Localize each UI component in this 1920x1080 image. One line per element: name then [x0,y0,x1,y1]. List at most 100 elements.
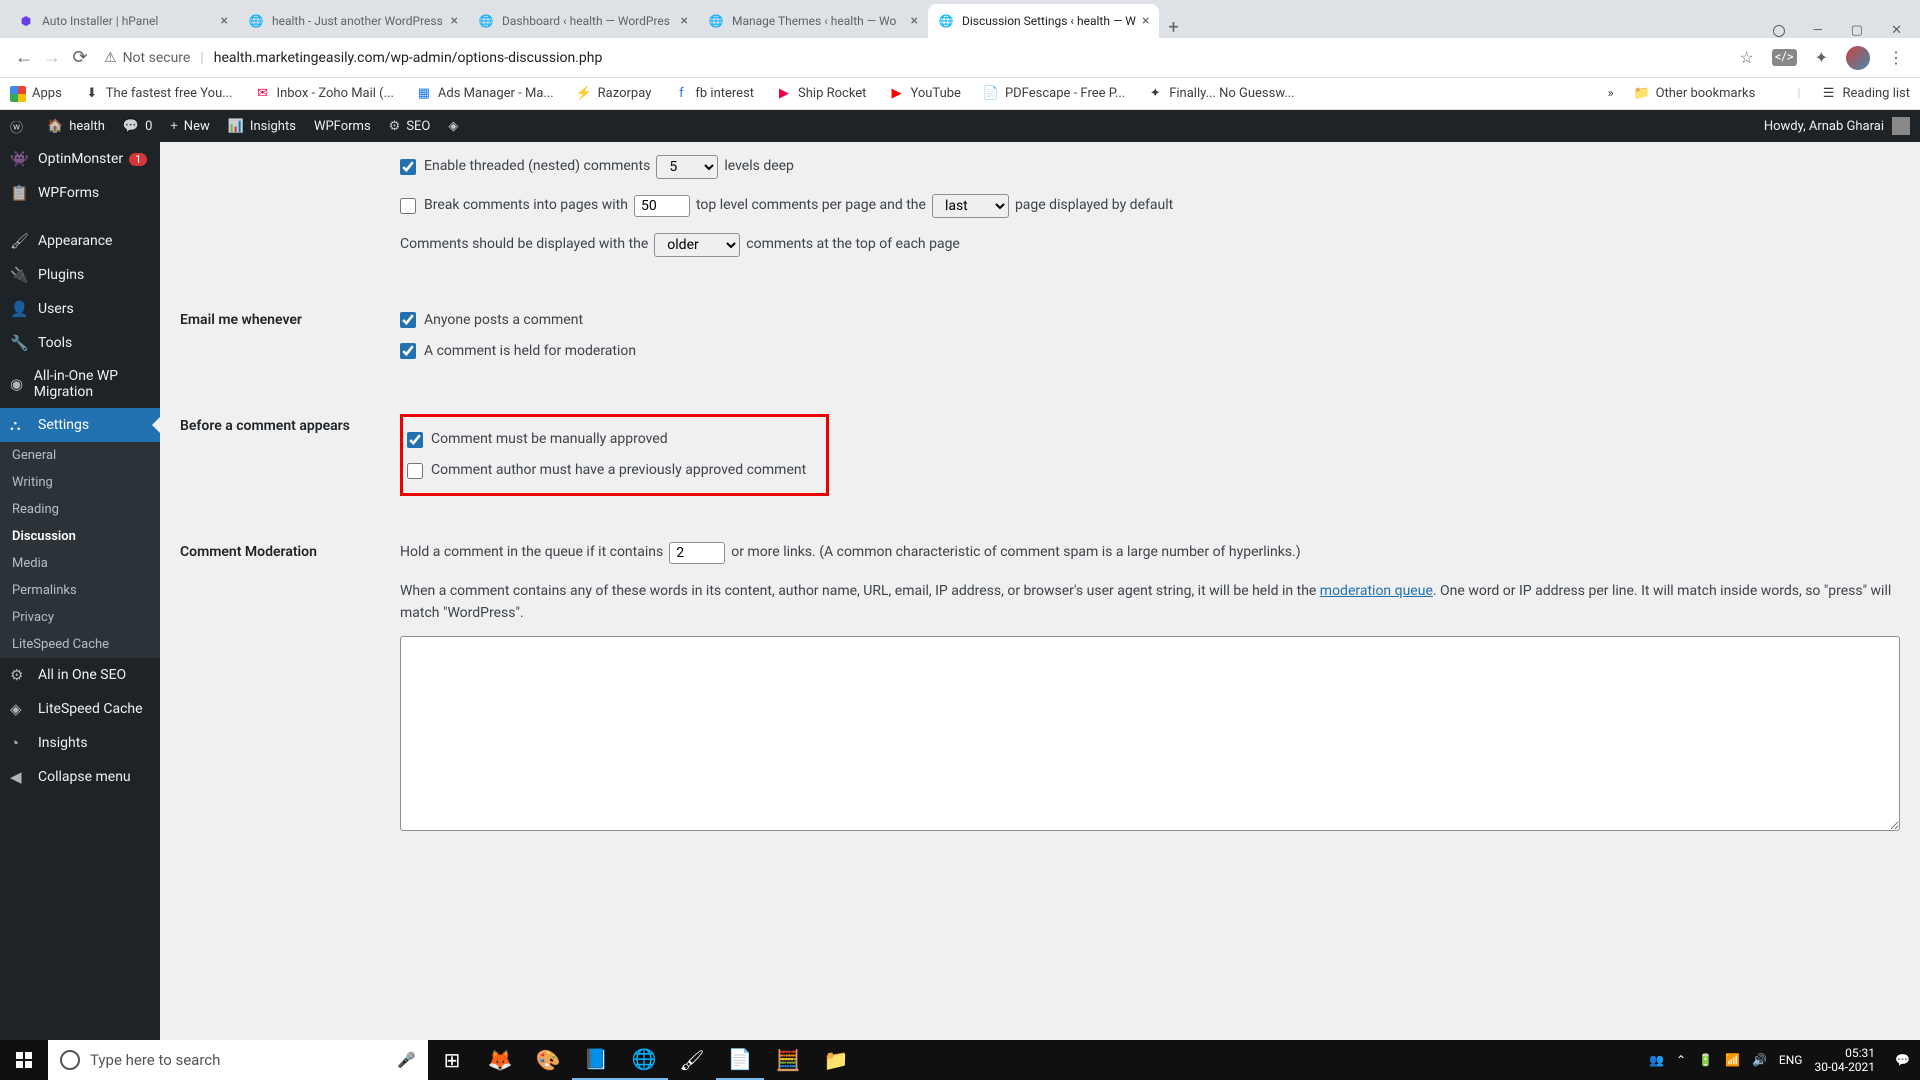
moderation-keys-textarea[interactable] [400,636,1900,831]
bookmark-item[interactable]: 📄PDFescape - Free P... [983,86,1125,102]
sidebar-item-settings[interactable]: ⛬Settings [0,408,160,442]
threaded-checkbox[interactable] [400,159,416,175]
submenu-discussion[interactable]: Discussion [0,523,160,550]
close-window-icon[interactable]: ✕ [1891,23,1902,38]
notepad-icon[interactable]: 📘 [572,1040,620,1080]
collapse-menu[interactable]: ◀Collapse menu [0,760,160,794]
sidebar-item-users[interactable]: 👤Users [0,292,160,326]
prev-approved-checkbox[interactable] [407,463,423,479]
bookmark-item[interactable]: ✉Inbox - Zoho Mail (... [255,86,394,102]
email-held-checkbox[interactable] [400,343,416,359]
battery-icon[interactable]: 🔋 [1698,1053,1713,1067]
bookmark-item[interactable]: ▶YouTube [888,86,961,102]
sidebar-item-appearance[interactable]: 🖌Appearance [0,224,160,258]
app-icon[interactable]: 🎨 [524,1040,572,1080]
wpforms-link[interactable]: WPForms [314,119,371,134]
submenu-media[interactable]: Media [0,550,160,577]
bookmark-item[interactable]: ffb interest [673,86,754,102]
reading-list[interactable]: ☰Reading list [1821,86,1910,102]
globe-icon: 🌐 [938,13,954,29]
browser-tab[interactable]: 🌐Dashboard ‹ health — WordPres× [468,4,698,38]
paint-icon[interactable]: 🖌 [668,1040,716,1080]
bookmark-item[interactable]: ▶Ship Rocket [776,86,866,102]
manual-approve-checkbox[interactable] [407,432,423,448]
paginate-checkbox[interactable] [400,198,416,214]
submenu-permalinks[interactable]: Permalinks [0,577,160,604]
bookmark-item[interactable]: ✦Finally... No Guessw... [1147,86,1294,102]
notifications-icon[interactable]: 💬 [1895,1053,1910,1067]
firefox-icon[interactable]: 🦊 [476,1040,524,1080]
purge-cache[interactable]: ◈ [448,119,464,134]
browser-tab[interactable]: 🌐health - Just another WordPress× [238,4,468,38]
close-icon[interactable]: × [451,13,458,29]
tray-up-icon[interactable]: ⌃ [1676,1053,1686,1067]
sidebar-item-plugins[interactable]: 🔌Plugins [0,258,160,292]
seo-link[interactable]: ⚙SEO [389,119,431,134]
max-links-input[interactable] [669,542,725,564]
default-page-select[interactable]: last [932,194,1009,218]
close-icon[interactable]: × [1142,13,1149,29]
clock[interactable]: 05:3130-04-2021 [1814,1046,1883,1075]
submenu-litespeed[interactable]: LiteSpeed Cache [0,631,160,658]
threaded-levels-select[interactable]: 5 [656,155,718,179]
new-tab-button[interactable]: + [1159,17,1187,38]
submenu-writing[interactable]: Writing [0,469,160,496]
bookmark-item[interactable]: ⬇The fastest free You... [84,86,233,102]
site-name[interactable]: 🏠health [47,119,105,134]
bookmark-overflow[interactable]: » [1607,86,1613,101]
address-bar[interactable]: ⚠Not secure | health.marketingeasily.com… [104,50,1729,66]
close-icon[interactable]: × [681,13,688,29]
close-icon[interactable]: × [911,13,918,29]
pagesource-icon[interactable]: </> [1772,49,1797,66]
sidebar-item-migration[interactable]: ◉All-in-One WP Migration [0,360,160,408]
comments-link[interactable]: 💬0 [123,119,153,134]
people-icon[interactable]: 👥 [1649,1053,1664,1067]
search-box[interactable]: Type here to search🎤 [48,1040,428,1080]
start-button[interactable] [0,1040,48,1080]
insights-link[interactable]: 📊Insights [228,119,296,134]
submenu-general[interactable]: General [0,442,160,469]
extensions-icon[interactable]: ✦ [1815,48,1828,67]
reload-button[interactable]: ⟳ [66,47,94,68]
back-button[interactable]: ← [10,47,38,68]
language-indicator[interactable]: ENG [1779,1053,1803,1067]
moderation-queue-link[interactable]: moderation queue [1320,583,1433,599]
sidebar-item-aioseo[interactable]: ⚙All in One SEO [0,658,160,692]
apps-button[interactable]: Apps [10,86,62,102]
menu-icon[interactable]: ⋮ [1888,48,1904,67]
browser-tab[interactable]: 🌐Manage Themes ‹ health — Wo× [698,4,928,38]
email-anyone-checkbox[interactable] [400,312,416,328]
close-icon[interactable]: × [221,13,228,29]
task-view-icon[interactable]: ⊞ [428,1040,476,1080]
comment-order-select[interactable]: older [654,233,740,257]
sidebar-item-insights[interactable]: ◔Insights [0,726,160,760]
minimize-icon[interactable]: — [1813,23,1823,38]
sidebar-item-litespeed[interactable]: ◈LiteSpeed Cache [0,692,160,726]
browser-tab-active[interactable]: 🌐Discussion Settings ‹ health — W× [928,4,1159,38]
calculator-icon[interactable]: 🧮 [764,1040,812,1080]
chrome-icon[interactable]: 🌐 [620,1040,668,1080]
wp-logo[interactable]: ⓦ [10,117,29,136]
explorer-icon[interactable]: 📁 [812,1040,860,1080]
mic-icon[interactable]: 🎤 [397,1051,416,1069]
maximize-icon[interactable]: ▢ [1851,23,1863,38]
volume-icon[interactable]: 🔊 [1752,1053,1767,1067]
other-bookmarks[interactable]: 📁Other bookmarks [1634,86,1756,102]
my-account[interactable]: Howdy, Arnab Gharai [1764,117,1910,135]
sidebar-item-tools[interactable]: 🔧Tools [0,326,160,360]
sidebar-item-optinmonster[interactable]: 👾OptinMonster1 [0,142,160,176]
star-icon[interactable]: ☆ [1739,48,1753,67]
sidebar-item-wpforms[interactable]: 📋WPForms [0,176,160,210]
account-icon[interactable] [1773,25,1785,37]
browser-tab[interactable]: ⬢Auto Installer | hPanel× [8,4,238,38]
submenu-privacy[interactable]: Privacy [0,604,160,631]
profile-avatar[interactable] [1846,46,1870,70]
word-icon[interactable]: 📄 [716,1040,764,1080]
forward-button[interactable]: → [38,47,66,68]
new-content[interactable]: +New [170,119,209,134]
submenu-reading[interactable]: Reading [0,496,160,523]
comments-per-page-input[interactable] [634,195,690,217]
wifi-icon[interactable]: 📶 [1725,1053,1740,1067]
bookmark-item[interactable]: ▦Ads Manager - Ma... [416,86,554,102]
bookmark-item[interactable]: ⚡Razorpay [576,86,652,102]
